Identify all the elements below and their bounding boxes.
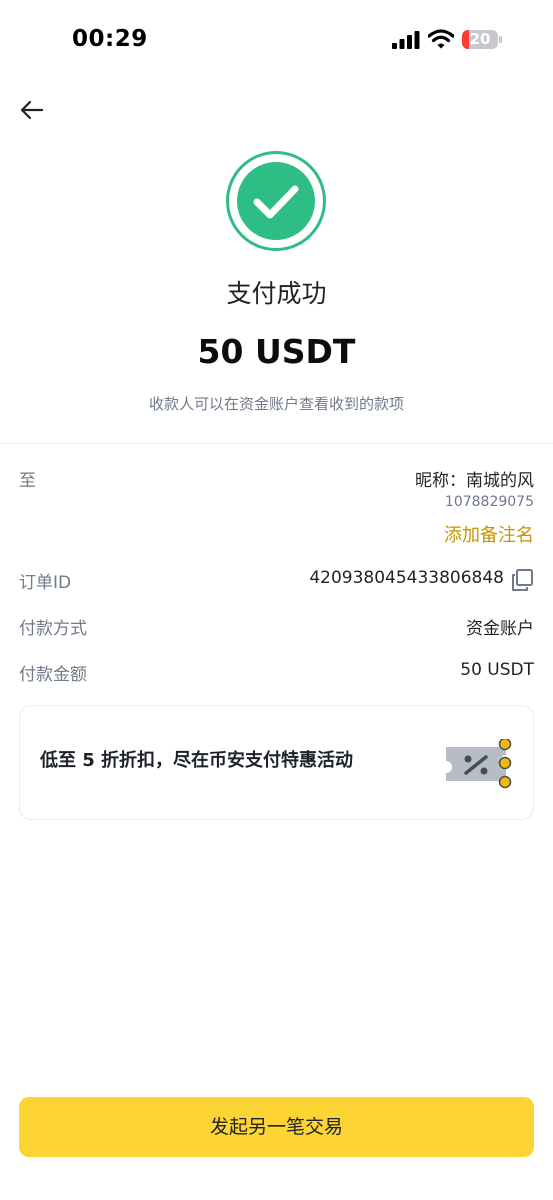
success-disc bbox=[237, 162, 315, 240]
battery-tip bbox=[499, 36, 502, 43]
payment-amount: 50 USDT bbox=[197, 332, 356, 371]
payment-amount-value: 50 USDT bbox=[460, 660, 534, 680]
battery-level: 20 bbox=[469, 30, 491, 48]
recipient-id: 1078829075 bbox=[444, 494, 534, 510]
back-arrow-icon[interactable] bbox=[16, 96, 48, 124]
add-note-link[interactable]: 添加备注名 bbox=[444, 521, 534, 547]
start-another-transaction-button[interactable]: 发起另一笔交易 bbox=[19, 1097, 534, 1157]
promo-text: 低至 5 折折扣，尽在币安支付特惠活动 bbox=[40, 750, 354, 771]
success-title: 支付成功 bbox=[226, 279, 327, 308]
order-id-value: 420938045433806848 bbox=[309, 568, 504, 588]
recipient-nickname: 昵称：南城的风 bbox=[415, 471, 534, 491]
copy-icon[interactable] bbox=[510, 568, 534, 592]
payment-method-label: 付款方式 bbox=[19, 619, 87, 639]
divider bbox=[0, 443, 553, 444]
wifi-icon bbox=[428, 29, 454, 49]
result-subtitle: 收款人可以在资金账户查看收到的款项 bbox=[148, 395, 404, 413]
payment-method-value: 资金账户 bbox=[466, 619, 534, 639]
promo-banner[interactable]: 低至 5 折折扣，尽在币安支付特惠活动 bbox=[19, 705, 534, 820]
battery-icon: 20 bbox=[462, 30, 498, 49]
check-circle-icon bbox=[226, 151, 326, 251]
cellular-signal-icon bbox=[392, 31, 420, 49]
payment-amount-label: 付款金额 bbox=[19, 665, 87, 685]
checkmark-icon bbox=[253, 185, 299, 219]
order-id-label: 订单ID bbox=[19, 573, 72, 593]
discount-coupon-icon bbox=[446, 739, 512, 789]
to-label: 至 bbox=[19, 471, 36, 491]
status-time: 00:29 bbox=[72, 26, 148, 52]
